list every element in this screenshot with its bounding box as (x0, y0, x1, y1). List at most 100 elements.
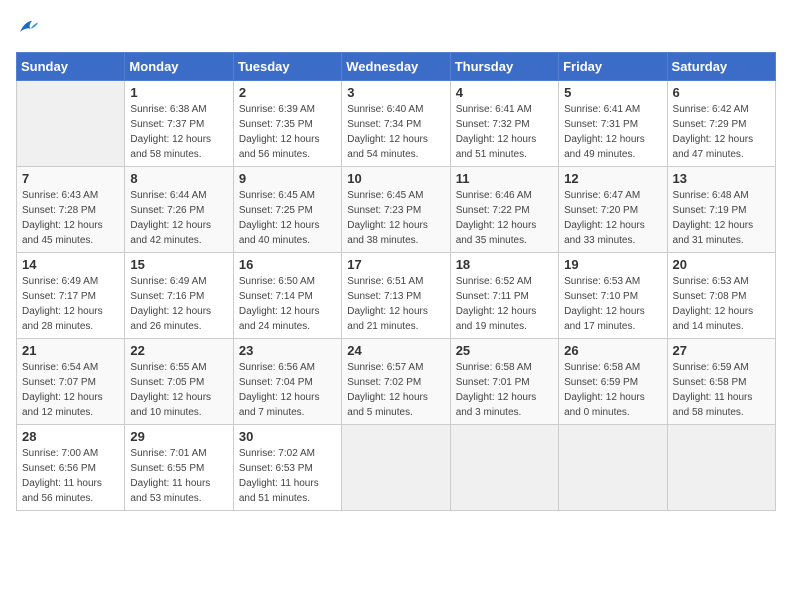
day-info: Sunrise: 6:42 AM Sunset: 7:29 PM Dayligh… (673, 102, 770, 162)
weekday-header-sunday: Sunday (17, 53, 125, 81)
day-number: 23 (239, 343, 336, 358)
calendar-cell: 12 Sunrise: 6:47 AM Sunset: 7:20 PM Dayli… (559, 167, 667, 253)
day-info: Sunrise: 6:58 AM Sunset: 7:01 PM Dayligh… (456, 360, 553, 420)
day-number: 13 (673, 171, 770, 186)
calendar-cell: 30 Sunrise: 7:02 AM Sunset: 6:53 PM Dayli… (233, 425, 341, 511)
day-number: 27 (673, 343, 770, 358)
day-number: 9 (239, 171, 336, 186)
day-number: 5 (564, 85, 661, 100)
calendar-cell: 2 Sunrise: 6:39 AM Sunset: 7:35 PM Daylig… (233, 81, 341, 167)
calendar-cell: 5 Sunrise: 6:41 AM Sunset: 7:31 PM Daylig… (559, 81, 667, 167)
day-info: Sunrise: 7:02 AM Sunset: 6:53 PM Dayligh… (239, 446, 336, 506)
calendar-cell: 4 Sunrise: 6:41 AM Sunset: 7:32 PM Daylig… (450, 81, 558, 167)
day-info: Sunrise: 6:47 AM Sunset: 7:20 PM Dayligh… (564, 188, 661, 248)
day-number: 17 (347, 257, 444, 272)
day-info: Sunrise: 6:49 AM Sunset: 7:17 PM Dayligh… (22, 274, 119, 334)
calendar-cell: 19Sunrise: 6:53 AM Sunset: 7:10 PM Dayli… (559, 253, 667, 339)
calendar-cell: 23 Sunrise: 6:56 AM Sunset: 7:04 PM Dayli… (233, 339, 341, 425)
day-info: Sunrise: 6:43 AM Sunset: 7:28 PM Dayligh… (22, 188, 119, 248)
calendar-cell: 6 Sunrise: 6:42 AM Sunset: 7:29 PM Daylig… (667, 81, 775, 167)
day-info: Sunrise: 6:45 AM Sunset: 7:25 PM Dayligh… (239, 188, 336, 248)
day-number: 24 (347, 343, 444, 358)
day-number: 21 (22, 343, 119, 358)
calendar-cell: 3 Sunrise: 6:40 AM Sunset: 7:34 PM Daylig… (342, 81, 450, 167)
day-number: 16 (239, 257, 336, 272)
weekday-header-friday: Friday (559, 53, 667, 81)
day-info: Sunrise: 6:53 AM Sunset: 7:08 PM Dayligh… (673, 274, 770, 334)
day-number: 22 (130, 343, 227, 358)
weekday-header-thursday: Thursday (450, 53, 558, 81)
calendar-cell: 22 Sunrise: 6:55 AM Sunset: 7:05 PM Dayli… (125, 339, 233, 425)
calendar-cell (450, 425, 558, 511)
calendar-cell: 10Sunrise: 6:45 AM Sunset: 7:23 PM Dayli… (342, 167, 450, 253)
calendar-week-row: 7 Sunrise: 6:43 AM Sunset: 7:28 PM Daylig… (17, 167, 776, 253)
calendar-week-row: 14 Sunrise: 6:49 AM Sunset: 7:17 PM Dayli… (17, 253, 776, 339)
calendar-cell: 27 Sunrise: 6:59 AM Sunset: 6:58 PM Dayli… (667, 339, 775, 425)
weekday-header-tuesday: Tuesday (233, 53, 341, 81)
day-number: 10 (347, 171, 444, 186)
logo (16, 16, 44, 40)
calendar-cell (667, 425, 775, 511)
day-info: Sunrise: 6:56 AM Sunset: 7:04 PM Dayligh… (239, 360, 336, 420)
day-info: Sunrise: 6:49 AM Sunset: 7:16 PM Dayligh… (130, 274, 227, 334)
calendar-cell (17, 81, 125, 167)
day-info: Sunrise: 7:01 AM Sunset: 6:55 PM Dayligh… (130, 446, 227, 506)
day-number: 7 (22, 171, 119, 186)
calendar-table: SundayMondayTuesdayWednesdayThursdayFrid… (16, 52, 776, 511)
day-number: 20 (673, 257, 770, 272)
calendar-cell: 15 Sunrise: 6:49 AM Sunset: 7:16 PM Dayli… (125, 253, 233, 339)
day-info: Sunrise: 6:52 AM Sunset: 7:11 PM Dayligh… (456, 274, 553, 334)
day-info: Sunrise: 6:38 AM Sunset: 7:37 PM Dayligh… (130, 102, 227, 162)
weekday-header-monday: Monday (125, 53, 233, 81)
calendar-cell: 20 Sunrise: 6:53 AM Sunset: 7:08 PM Dayli… (667, 253, 775, 339)
day-info: Sunrise: 6:59 AM Sunset: 6:58 PM Dayligh… (673, 360, 770, 420)
calendar-cell: 21Sunrise: 6:54 AM Sunset: 7:07 PM Dayli… (17, 339, 125, 425)
day-info: Sunrise: 7:00 AM Sunset: 6:56 PM Dayligh… (22, 446, 119, 506)
calendar-cell: 9 Sunrise: 6:45 AM Sunset: 7:25 PM Daylig… (233, 167, 341, 253)
calendar-week-row: 1 Sunrise: 6:38 AM Sunset: 7:37 PM Daylig… (17, 81, 776, 167)
day-number: 12 (564, 171, 661, 186)
day-info: Sunrise: 6:40 AM Sunset: 7:34 PM Dayligh… (347, 102, 444, 162)
calendar-cell: 25 Sunrise: 6:58 AM Sunset: 7:01 PM Dayli… (450, 339, 558, 425)
day-number: 6 (673, 85, 770, 100)
calendar-week-row: 21Sunrise: 6:54 AM Sunset: 7:07 PM Dayli… (17, 339, 776, 425)
calendar-cell: 26Sunrise: 6:58 AM Sunset: 6:59 PM Dayli… (559, 339, 667, 425)
logo-bird-icon (16, 16, 40, 40)
day-number: 18 (456, 257, 553, 272)
day-number: 15 (130, 257, 227, 272)
day-info: Sunrise: 6:48 AM Sunset: 7:19 PM Dayligh… (673, 188, 770, 248)
calendar-week-row: 28 Sunrise: 7:00 AM Sunset: 6:56 PM Dayli… (17, 425, 776, 511)
day-info: Sunrise: 6:50 AM Sunset: 7:14 PM Dayligh… (239, 274, 336, 334)
calendar-cell: 18 Sunrise: 6:52 AM Sunset: 7:11 PM Dayli… (450, 253, 558, 339)
day-number: 28 (22, 429, 119, 444)
calendar-cell: 28 Sunrise: 7:00 AM Sunset: 6:56 PM Dayli… (17, 425, 125, 511)
calendar-cell: 11Sunrise: 6:46 AM Sunset: 7:22 PM Dayli… (450, 167, 558, 253)
day-number: 8 (130, 171, 227, 186)
day-number: 3 (347, 85, 444, 100)
day-info: Sunrise: 6:39 AM Sunset: 7:35 PM Dayligh… (239, 102, 336, 162)
day-info: Sunrise: 6:44 AM Sunset: 7:26 PM Dayligh… (130, 188, 227, 248)
calendar-cell: 13 Sunrise: 6:48 AM Sunset: 7:19 PM Dayli… (667, 167, 775, 253)
day-info: Sunrise: 6:55 AM Sunset: 7:05 PM Dayligh… (130, 360, 227, 420)
day-number: 4 (456, 85, 553, 100)
day-number: 30 (239, 429, 336, 444)
day-number: 29 (130, 429, 227, 444)
day-number: 2 (239, 85, 336, 100)
day-info: Sunrise: 6:53 AM Sunset: 7:10 PM Dayligh… (564, 274, 661, 334)
day-info: Sunrise: 6:46 AM Sunset: 7:22 PM Dayligh… (456, 188, 553, 248)
calendar-header-row: SundayMondayTuesdayWednesdayThursdayFrid… (17, 53, 776, 81)
day-number: 26 (564, 343, 661, 358)
calendar-cell: 29 Sunrise: 7:01 AM Sunset: 6:55 PM Dayli… (125, 425, 233, 511)
weekday-header-saturday: Saturday (667, 53, 775, 81)
day-number: 25 (456, 343, 553, 358)
weekday-header-wednesday: Wednesday (342, 53, 450, 81)
calendar-cell: 1 Sunrise: 6:38 AM Sunset: 7:37 PM Daylig… (125, 81, 233, 167)
day-info: Sunrise: 6:41 AM Sunset: 7:32 PM Dayligh… (456, 102, 553, 162)
day-number: 1 (130, 85, 227, 100)
calendar-body: 1 Sunrise: 6:38 AM Sunset: 7:37 PM Daylig… (17, 81, 776, 511)
calendar-cell: 17Sunrise: 6:51 AM Sunset: 7:13 PM Dayli… (342, 253, 450, 339)
calendar-cell: 24Sunrise: 6:57 AM Sunset: 7:02 PM Dayli… (342, 339, 450, 425)
day-info: Sunrise: 6:41 AM Sunset: 7:31 PM Dayligh… (564, 102, 661, 162)
calendar-cell: 7 Sunrise: 6:43 AM Sunset: 7:28 PM Daylig… (17, 167, 125, 253)
day-number: 14 (22, 257, 119, 272)
